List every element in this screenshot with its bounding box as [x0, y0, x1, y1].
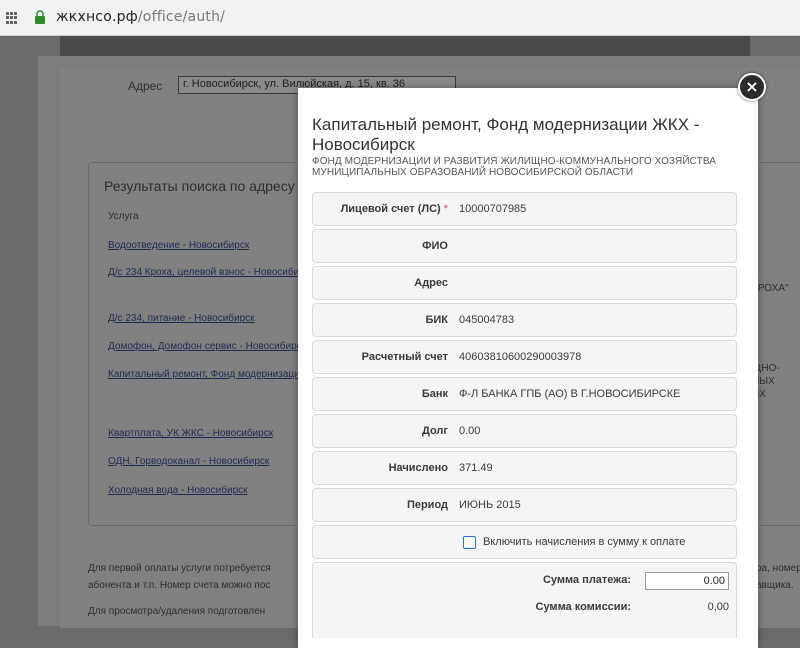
include-accruals-label[interactable]: Включить начисления в сумму к оплате — [483, 536, 685, 548]
settlement-account-value: 40603810600290003978 — [459, 351, 582, 363]
background-service-link: Д/с 234 Кроха, целевой взнос - Новосибир… — [108, 267, 315, 278]
field-address: Адрес — [312, 266, 737, 300]
payment-amount-label: Сумма платежа: — [542, 574, 631, 586]
debt-value: 0.00 — [459, 425, 481, 437]
background-service-link: Водоотведение - Новосибирск — [108, 240, 250, 251]
background-service-link: Д/с 234, питание - Новосибирск — [108, 313, 255, 324]
include-accruals-row: Включить начисления в сумму к оплате — [312, 525, 737, 559]
background-service-link: Квартплата, УК ЖКС - Новосибирск — [108, 428, 274, 439]
account-value: 10000707985 — [459, 203, 527, 215]
bank-label: Банк — [421, 388, 448, 400]
background-address-label: Адрес — [128, 79, 163, 93]
debt-label: Долг — [422, 425, 448, 437]
background-note-line: абонента и т.п. Номер счета можно пос — [88, 580, 271, 591]
commission-value: 0,00 — [707, 601, 729, 613]
apps-grid-icon[interactable] — [6, 12, 18, 24]
background-service-link: Капитальный ремонт, Фонд модернизации — [108, 369, 306, 380]
period-label: Период — [406, 499, 448, 511]
period-value: ИЮНЬ 2015 — [459, 499, 521, 511]
background-note-line: Для первой оплаты услуги потребуется — [88, 563, 271, 574]
commission-label: Сумма комиссии: — [535, 601, 631, 613]
field-settlement-account: Расчетный счет 40603810600290003978 — [312, 340, 737, 374]
account-label: Лицевой счет (ЛС) * — [340, 203, 448, 215]
modal-title: Капитальный ремонт, Фонд модернизации ЖК… — [312, 115, 700, 154]
background-service-link: ОДН, Горводоканал - Новосибирск — [108, 456, 270, 467]
url-domain: жкхнсо.рф — [56, 9, 138, 25]
background-note-fragment: ра, номер — [756, 563, 800, 574]
field-bik: БИК 045004783 — [312, 303, 737, 337]
bik-value: 045004783 — [459, 314, 515, 326]
modal-subtitle: ФОНД МОДЕРНИЗАЦИИ И РАЗВИТИЯ ЖИЛИЩНО-КОМ… — [312, 156, 717, 178]
fio-label: ФИО — [422, 240, 448, 252]
field-accrued: Начислено 371.49 — [312, 451, 737, 485]
address-label: Адрес — [414, 277, 448, 289]
field-debt: Долг 0.00 — [312, 414, 737, 448]
accrued-label: Начислено — [388, 462, 448, 474]
bank-value: Ф-Л БАНКА ГПБ (АО) В Г.НОВОСИБИРСКЕ — [459, 388, 681, 400]
background-service-link: Холодная вода - Новосибирск — [108, 485, 248, 496]
field-fio: ФИО — [312, 229, 737, 263]
settlement-account-label: Расчетный счет — [361, 351, 448, 363]
required-mark: * — [443, 203, 448, 215]
field-account: Лицевой счет (ЛС) * 10000707985 — [312, 192, 737, 226]
background-results-title: Результаты поиска по адресу — [104, 178, 295, 194]
field-bank: Банк Ф-Л БАНКА ГПБ (АО) В Г.НОВОСИБИРСКЕ — [312, 377, 737, 411]
background-service-link: Домофон, Домофон сервис - Новосибирск — [108, 341, 307, 352]
lock-icon — [35, 10, 45, 24]
accrued-value: 371.49 — [459, 462, 493, 474]
close-modal-button[interactable]: × — [738, 73, 766, 101]
background-note-fragment: авщика. — [756, 580, 794, 591]
url-field[interactable]: жкхнсо.рф/office/auth/ — [56, 9, 225, 25]
field-period: Период ИЮНЬ 2015 — [312, 488, 737, 522]
background-note-line: Для просмотра/удаления подготовлен — [88, 606, 266, 617]
browser-address-bar: жкхнсо.рф/office/auth/ — [0, 0, 800, 36]
bik-label: БИК — [425, 314, 448, 326]
payment-amount-input[interactable] — [645, 572, 729, 590]
background-column-header: Услуга — [108, 211, 139, 222]
url-path: /office/auth/ — [137, 9, 226, 25]
include-accruals-checkbox[interactable] — [463, 536, 476, 549]
payment-summary-panel: Сумма платежа: Сумма комиссии: 0,00 — [312, 562, 737, 638]
